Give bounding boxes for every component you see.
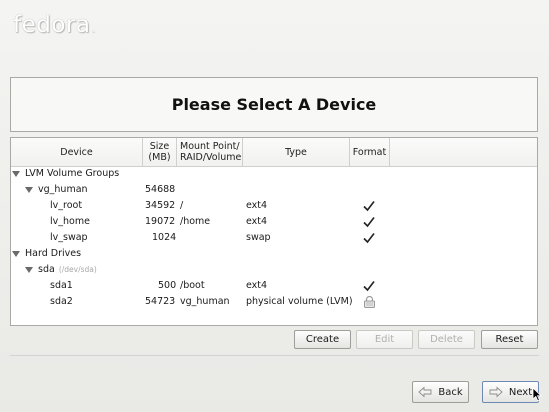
device-name: lv_swap bbox=[50, 232, 88, 243]
table-row[interactable]: vg_human 54688 bbox=[11, 182, 537, 198]
device-name: sda (/dev/sda) bbox=[38, 264, 97, 275]
device-name: LVM Volume Groups bbox=[25, 168, 120, 179]
device-size: 500 bbox=[158, 280, 177, 291]
device-type: ext4 bbox=[246, 200, 268, 211]
back-button-label: Back bbox=[438, 386, 463, 398]
fedora-logo: fedora. bbox=[13, 12, 96, 38]
expander-open-icon[interactable] bbox=[12, 171, 20, 177]
next-button[interactable]: Next bbox=[482, 381, 539, 403]
arrow-left-icon bbox=[418, 386, 432, 398]
edit-button[interactable]: Edit bbox=[356, 330, 413, 349]
column-header-mount[interactable]: Mount Point/ RAID/Volume bbox=[177, 138, 243, 166]
device-path: (/dev/sda) bbox=[58, 265, 97, 274]
device-type: swap bbox=[246, 232, 271, 243]
device-name: Hard Drives bbox=[25, 248, 82, 259]
page-title: Please Select A Device bbox=[171, 95, 377, 114]
column-header-device[interactable]: Device bbox=[11, 138, 143, 166]
mouse-cursor-icon bbox=[532, 387, 542, 402]
device-size: 19072 bbox=[145, 216, 176, 227]
table-row[interactable]: LVM Volume Groups bbox=[11, 166, 537, 182]
table-row[interactable]: lv_swap 1024 swap bbox=[11, 230, 537, 246]
device-mount: /home bbox=[180, 216, 211, 227]
table-row[interactable]: lv_home 19072 /home ext4 bbox=[11, 214, 537, 230]
device-type: ext4 bbox=[246, 280, 268, 291]
table-header: Device Size (MB) Mount Point/ RAID/Volum… bbox=[11, 138, 537, 167]
device-name: lv_home bbox=[50, 216, 90, 227]
next-button-label: Next bbox=[508, 386, 533, 398]
expander-open-icon[interactable] bbox=[25, 187, 33, 193]
device-mount: / bbox=[180, 200, 184, 211]
check-icon[interactable] bbox=[362, 279, 376, 293]
device-mount: vg_human bbox=[180, 296, 230, 307]
device-size: 54688 bbox=[145, 184, 176, 195]
create-button[interactable]: Create bbox=[294, 330, 351, 349]
expander-open-icon[interactable] bbox=[25, 267, 33, 273]
device-mount: /boot bbox=[180, 280, 205, 291]
check-icon[interactable] bbox=[362, 199, 376, 213]
back-button[interactable]: Back bbox=[412, 381, 469, 403]
arrow-right-icon bbox=[489, 386, 503, 398]
device-size: 1024 bbox=[152, 232, 177, 243]
table-row[interactable]: lv_root 34592 / ext4 bbox=[11, 198, 537, 214]
table-row[interactable]: sda1 500 /boot ext4 bbox=[11, 278, 537, 294]
lock-icon bbox=[364, 296, 375, 308]
device-name: vg_human bbox=[38, 184, 88, 195]
column-header-size[interactable]: Size (MB) bbox=[143, 138, 177, 166]
device-name: lv_root bbox=[50, 200, 83, 211]
column-header-format[interactable]: Format bbox=[350, 138, 390, 166]
reset-button[interactable]: Reset bbox=[481, 330, 538, 349]
delete-button[interactable]: Delete bbox=[418, 330, 475, 349]
device-size: 34592 bbox=[145, 200, 176, 211]
divider bbox=[10, 355, 539, 356]
device-name: sda1 bbox=[50, 280, 73, 291]
expander-open-icon[interactable] bbox=[12, 251, 20, 257]
device-name: sda2 bbox=[50, 296, 73, 307]
device-size: 54723 bbox=[145, 296, 176, 307]
header-panel: Please Select A Device bbox=[10, 77, 538, 132]
column-header-type[interactable]: Type bbox=[243, 138, 350, 166]
device-tree-table[interactable]: Device Size (MB) Mount Point/ RAID/Volum… bbox=[10, 137, 538, 326]
check-icon[interactable] bbox=[362, 215, 376, 229]
device-type: ext4 bbox=[246, 216, 268, 227]
table-row[interactable]: sda (/dev/sda) bbox=[11, 262, 537, 278]
check-icon[interactable] bbox=[362, 231, 376, 245]
table-row[interactable]: sda2 54723 vg_human physical volume (LVM… bbox=[11, 294, 537, 310]
device-type: physical volume (LVM) bbox=[246, 296, 353, 307]
table-row[interactable]: Hard Drives bbox=[11, 246, 537, 262]
